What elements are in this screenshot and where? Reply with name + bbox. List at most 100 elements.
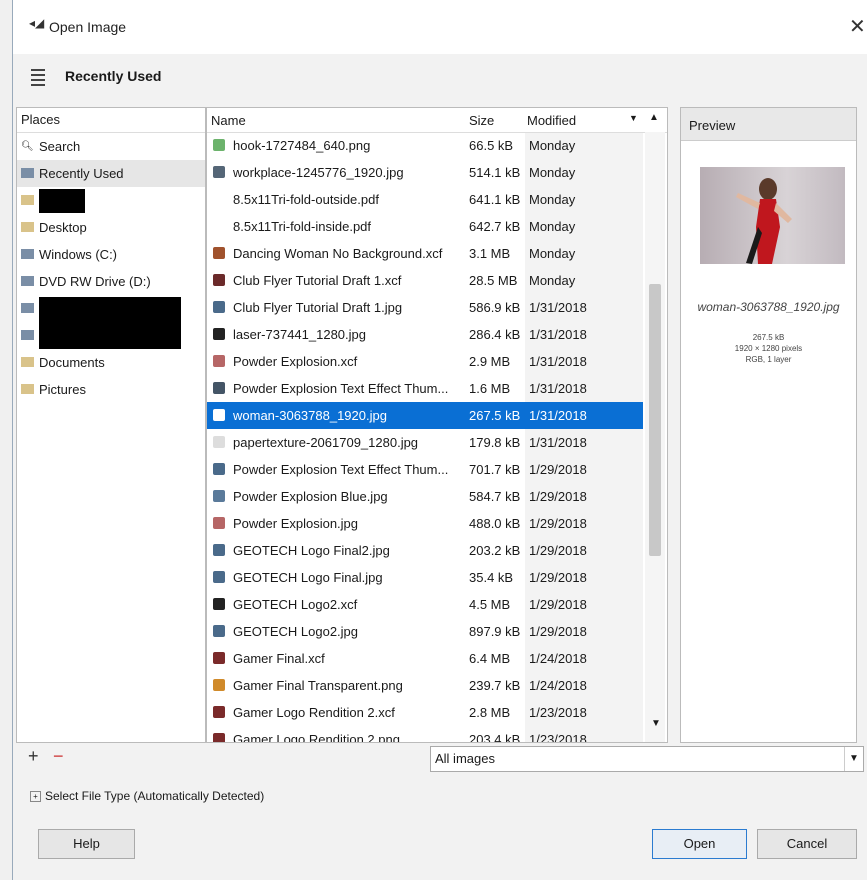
file-row[interactable]: hook-1727484_640.png 66.5 kB Monday [207,132,643,159]
help-button[interactable]: Help [38,829,135,859]
file-row[interactable]: 8.5x11Tri-fold-outside.pdf 641.1 kB Monday [207,186,643,213]
scroll-up-icon[interactable]: ▲ [649,112,659,123]
drive-icon [21,303,34,313]
drive-icon [21,330,34,340]
path-button[interactable]: Recently Used [65,68,161,84]
file-row[interactable]: Gamer Final.xcf 6.4 MB 1/24/2018 [207,645,643,672]
file-row[interactable]: Gamer Logo Rendition 2.xcf 2.8 MB 1/23/201… [207,699,643,726]
file-size: 897.9 kB [469,624,521,639]
file-row[interactable]: woman-3063788_1920.jpg 267.5 kB 1/31/2018 [207,402,643,429]
file-thumbnail-icon [213,139,225,151]
file-row[interactable]: workplace-1245776_1920.jpg 514.1 kB Monday [207,159,643,186]
search-icon: 🔍︎ [21,141,34,152]
file-name: hook-1727484_640.png [233,138,371,153]
place-item[interactable] [17,322,205,349]
file-row[interactable]: 8.5x11Tri-fold-inside.pdf 642.7 kB Monday [207,213,643,240]
preview-button[interactable]: Preview [681,108,856,141]
file-modified: 1/31/2018 [529,408,587,423]
file-size: 203.2 kB [469,543,521,558]
dvd-drive-icon [21,276,34,286]
file-row[interactable]: papertexture-2061709_1280.jpg 179.8 kB 1/3… [207,429,643,456]
file-size: 267.5 kB [469,408,521,423]
place-item-label: Pictures [39,382,86,397]
column-name[interactable]: Name [211,113,246,128]
drive-icon [21,249,34,259]
file-modified: 1/23/2018 [529,705,587,720]
file-thumbnail-icon [213,409,225,421]
window-title: Open Image [49,19,127,35]
file-row[interactable]: GEOTECH Logo2.jpg 897.9 kB 1/29/2018 [207,618,643,645]
file-thumbnail-icon [213,598,225,610]
file-name: 8.5x11Tri-fold-inside.pdf [233,219,372,234]
places-add-remove: + − [28,746,73,767]
file-thumbnail-icon [213,544,225,556]
file-size: 203.4 kB [469,732,521,743]
file-modified: 1/31/2018 [529,327,587,342]
close-icon[interactable]: ✕ [849,14,866,39]
file-list-header: Name Size Modified ▼ ▲ [207,108,667,133]
file-row[interactable]: Club Flyer Tutorial Draft 1.jpg 586.9 kB 1… [207,294,643,321]
place-item-label: Windows (C:) [39,247,118,262]
file-size: 4.5 MB [469,597,511,612]
column-modified[interactable]: Modified [527,113,576,128]
file-filter-select[interactable]: All images ▼ [430,746,864,772]
expand-icon[interactable]: + [30,791,41,802]
file-thumbnail-icon [213,679,225,691]
file-row[interactable]: Powder Explosion Text Effect Thum... 701.… [207,456,643,483]
file-thumbnail-icon [213,436,225,448]
place-item[interactable]: 🔍︎ Search [17,133,205,160]
gimp-icon: ◂◢ [29,16,45,30]
open-button[interactable]: Open [652,829,747,859]
column-size[interactable]: Size [469,113,494,128]
file-row[interactable]: Powder Explosion.xcf 2.9 MB 1/31/2018 [207,348,643,375]
file-row[interactable]: Gamer Final Transparent.png 239.7 kB 1/24/… [207,672,643,699]
file-thumbnail-icon [213,625,225,637]
places-header[interactable]: Places [17,108,205,133]
remove-bookmark-button[interactable]: − [53,746,73,767]
place-item[interactable]: DVD RW Drive (D:) [17,268,205,295]
place-item[interactable] [17,187,205,214]
file-modified: Monday [529,246,576,261]
file-row[interactable]: GEOTECH Logo Final2.jpg 203.2 kB 1/29/2018 [207,537,643,564]
file-thumbnail-icon [213,490,225,502]
cancel-button[interactable]: Cancel [757,829,857,859]
file-size: 179.8 kB [469,435,521,450]
select-file-type-expander[interactable]: + Select File Type (Automatically Detecte… [30,789,264,803]
file-name: Gamer Final Transparent.png [233,678,403,693]
file-size: 6.4 MB [469,651,511,666]
file-name: papertexture-2061709_1280.jpg [233,435,419,450]
file-size: 286.4 kB [469,327,521,342]
file-modified: 1/31/2018 [529,354,587,369]
place-item[interactable]: Recently Used [17,160,205,187]
scrollbar-thumb[interactable] [649,284,661,556]
file-thumbnail-icon [213,274,225,286]
file-row[interactable]: GEOTECH Logo Final.jpg 35.4 kB 1/29/2018 [207,564,643,591]
file-row[interactable]: Powder Explosion.jpg 488.0 kB 1/29/2018 [207,510,643,537]
folder-icon [21,195,34,205]
place-item[interactable]: Windows (C:) [17,241,205,268]
file-list-scrollbar[interactable] [645,132,665,742]
file-size: 66.5 kB [469,138,514,153]
file-row[interactable]: Powder Explosion Blue.jpg 584.7 kB 1/29/20… [207,483,643,510]
place-item[interactable]: Documents [17,349,205,376]
chevron-down-icon[interactable]: ▼ [844,747,863,771]
add-bookmark-button[interactable]: + [28,746,48,767]
file-row[interactable]: Dancing Woman No Background.xcf 3.1 MB Mon… [207,240,643,267]
file-name: Club Flyer Tutorial Draft 1.jpg [233,300,403,315]
file-row[interactable]: laser-737441_1280.jpg 286.4 kB 1/31/2018 [207,321,643,348]
place-item[interactable]: Desktop [17,214,205,241]
place-item[interactable] [17,295,205,349]
file-name: Powder Explosion.jpg [233,516,359,531]
file-modified: 1/24/2018 [529,678,587,693]
title-bar: ◂◢ Open Image ✕ [13,0,867,54]
file-row[interactable]: Club Flyer Tutorial Draft 1.xcf 28.5 MB Mo… [207,267,643,294]
file-row[interactable]: Gamer Logo Rendition 2.png 203.4 kB 1/23/2… [207,726,643,743]
file-row[interactable]: Powder Explosion Text Effect Thum... 1.6 … [207,375,643,402]
file-row[interactable]: GEOTECH Logo2.xcf 4.5 MB 1/29/2018 [207,591,643,618]
place-item-label: Search [39,139,81,154]
recently-used-icon [21,168,34,178]
file-size: 2.9 MB [469,354,511,369]
place-item[interactable]: Pictures [17,376,205,403]
scroll-down-icon[interactable]: ▼ [651,718,661,729]
file-name: Powder Explosion Blue.jpg [233,489,388,504]
